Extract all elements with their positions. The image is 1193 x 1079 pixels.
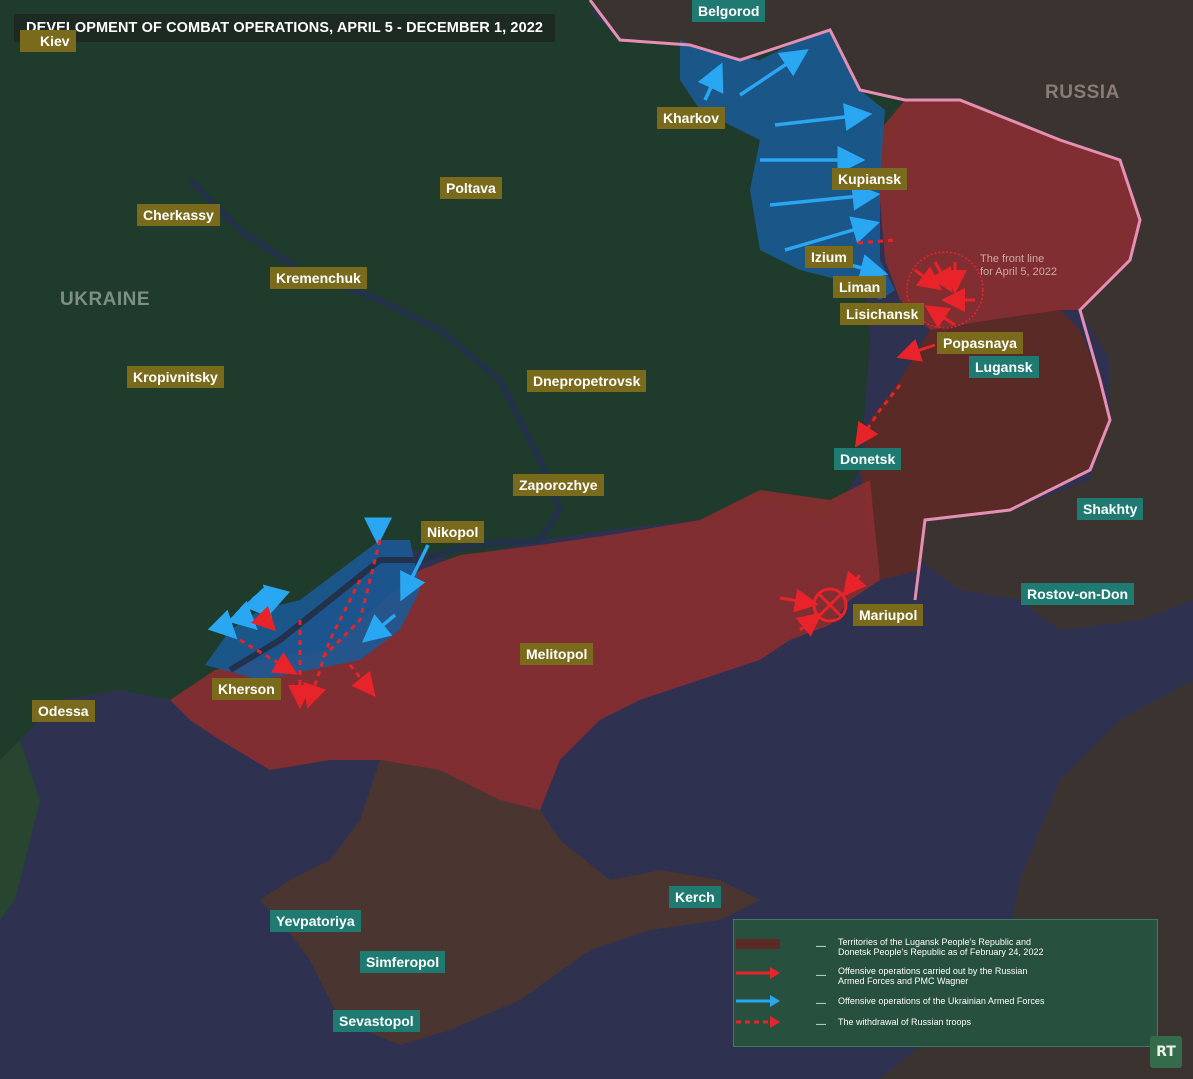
- city-label-kropivnitsky[interactable]: Kropivnitsky: [127, 366, 224, 388]
- city-label-nikopol[interactable]: Nikopol: [421, 521, 485, 543]
- red-dotted-arrow-icon: [736, 1016, 780, 1028]
- legend-label: Donetsk People’s Republic as of February…: [838, 947, 1044, 957]
- city-label-cherkassy[interactable]: Cherkassy: [137, 204, 220, 226]
- city-label-izium[interactable]: Izium: [805, 246, 853, 268]
- legend-label: Offensive operations of the Ukrainian Ar…: [838, 996, 1045, 1006]
- city-label-lugansk[interactable]: Lugansk: [969, 356, 1039, 378]
- rt-logo: RT: [1150, 1036, 1182, 1068]
- front-line-note-line2: for April 5, 2022: [980, 266, 1058, 278]
- city-label-kharkov[interactable]: Kharkov: [657, 107, 726, 129]
- city-label-sevastopol[interactable]: Sevastopol: [333, 1010, 420, 1032]
- map-title: DEVELOPMENT OF COMBAT OPERATIONS, APRIL …: [14, 14, 556, 42]
- city-label-dnepropetrovsk[interactable]: Dnepropetrovsk: [527, 370, 647, 392]
- city-label-poltava[interactable]: Poltava: [440, 177, 502, 199]
- legend-item-lpr-dpr: — Territories of the Lugansk People’s Re…: [734, 937, 1159, 963]
- blue-arrow-icon: [736, 995, 780, 1007]
- city-label-melitopol[interactable]: Melitopol: [520, 643, 594, 665]
- city-label-simferopol[interactable]: Simferopol: [360, 951, 446, 973]
- city-label-lisichansk[interactable]: Lisichansk: [840, 303, 925, 325]
- front-line-note: The front line for April 5, 2022: [980, 253, 1057, 279]
- red-arrow-icon: [736, 967, 780, 979]
- city-label-rostov-on-don[interactable]: Rostov-on-Don: [1021, 583, 1135, 605]
- city-label-kremenchuk[interactable]: Kremenchuk: [270, 267, 367, 289]
- front-line-note-line1: The front line: [980, 253, 1045, 265]
- legend-label: Territories of the Lugansk People’s Repu…: [838, 937, 1031, 947]
- city-label-kupiansk[interactable]: Kupiansk: [832, 168, 908, 190]
- city-label-shakhty[interactable]: Shakhty: [1077, 498, 1144, 520]
- lpr-dpr-swatch: [736, 939, 780, 949]
- city-label-zaporozhye[interactable]: Zaporozhye: [513, 474, 604, 496]
- city-label-belgorod[interactable]: Belgorod: [692, 0, 766, 22]
- city-label-kerch[interactable]: Kerch: [669, 886, 721, 908]
- city-label-kherson[interactable]: Kherson: [212, 678, 281, 700]
- legend-label: The withdrawal of Russian troops: [838, 1017, 972, 1027]
- legend-label: Armed Forces and PMC Wagner: [838, 976, 969, 986]
- map: DEVELOPMENT OF COMBAT OPERATIONS, APRIL …: [0, 0, 1193, 1079]
- map-canvas: [0, 0, 1193, 1079]
- city-label-mariupol[interactable]: Mariupol: [853, 604, 924, 626]
- city-label-liman[interactable]: Liman: [833, 276, 887, 298]
- legend-item-ru-offensive: — Offensive operations carried out by th…: [734, 966, 1159, 992]
- legend-label: Offensive operations carried out by the …: [838, 966, 1028, 976]
- city-label-kiev[interactable]: Kiev: [20, 30, 76, 52]
- city-label-donetsk[interactable]: Donetsk: [834, 448, 902, 470]
- country-label-ukraine: UKRAINE: [60, 289, 151, 310]
- legend-item-ru-withdrawal: — The withdrawal of Russian troops: [734, 1015, 1159, 1041]
- country-label-russia: RUSSIA: [1045, 82, 1120, 103]
- city-label-popasnaya[interactable]: Popasnaya: [937, 332, 1023, 354]
- map-legend: — Territories of the Lugansk People’s Re…: [733, 919, 1158, 1047]
- city-label-yevpatoriya[interactable]: Yevpatoriya: [270, 910, 361, 932]
- city-label-odessa[interactable]: Odessa: [32, 700, 95, 722]
